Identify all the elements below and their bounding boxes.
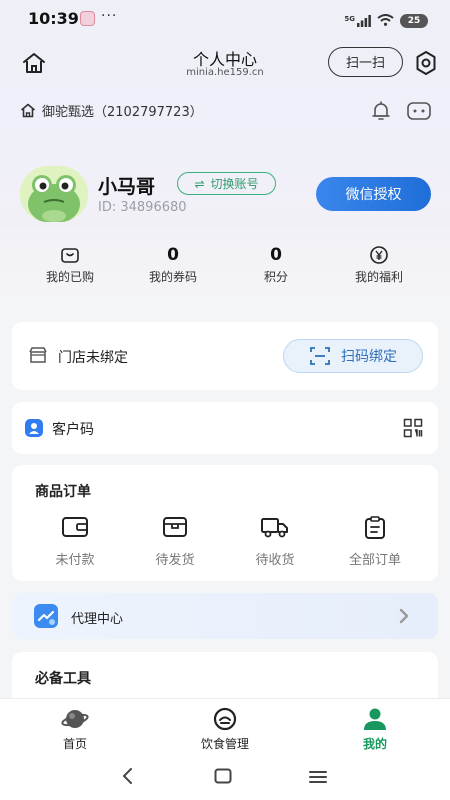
network-type: 5G [344,14,355,23]
scan-bind-label: 扫码绑定 [341,349,397,365]
order-unpaid[interactable]: 未付款 [35,516,115,568]
stat-coupons[interactable]: 0 我的券码 [128,244,218,285]
message-icon[interactable] [405,99,433,123]
user-name: 小马哥 [98,176,156,198]
back-icon[interactable] [120,767,136,789]
order-all[interactable]: 全部订单 [335,516,415,568]
home-square-icon[interactable] [214,768,232,788]
stat-label: 积分 [263,270,288,284]
wifi-icon [377,11,394,30]
qr-code-icon[interactable] [403,418,423,442]
stat-value: 0 [270,245,282,265]
nav-label: 首页 [62,737,87,751]
yen-coin-icon [334,244,424,266]
order-label: 未付款 [55,553,95,568]
switch-account-button[interactable]: ⇌ 切换账号 [177,172,276,195]
chevron-right-icon [398,608,410,628]
scan-bind-button[interactable]: 扫码绑定 [283,339,423,373]
stat-label: 我的券码 [148,270,197,284]
agent-chart-icon [34,604,58,632]
stat-label: 我的已购 [45,270,94,284]
scan-button[interactable]: 扫一扫 [328,47,403,77]
stat-benefits[interactable]: 我的福利 [334,244,424,285]
clipboard-icon [335,516,415,540]
status-time: 10:39 [28,9,79,28]
nav-home[interactable]: 首页 [30,706,120,752]
stat-label: 我的福利 [354,270,403,284]
customer-avatar-icon [24,418,44,442]
swap-arrows-icon: ⇌ [194,176,205,191]
order-label: 待发货 [155,553,195,568]
planet-icon [30,706,120,732]
user-id: ID: 34896680 [98,200,187,215]
settings-gear-icon[interactable] [412,49,440,77]
avatar[interactable] [20,166,88,222]
stat-value: 0 [167,245,179,265]
notification-app-icon [80,11,95,26]
recents-menu-icon[interactable] [309,769,327,788]
orders-title: 商品订单 [35,484,91,500]
status-indicators: 5G 25 [344,11,428,30]
dish-icon [180,706,270,732]
bell-icon[interactable] [369,99,393,123]
store-status-label: 门店未绑定 [58,350,128,366]
stat-purchased[interactable]: 我的已购 [25,244,115,285]
box-icon [135,516,215,540]
shop-home-icon [20,103,36,118]
person-icon [330,706,420,732]
customer-code-label: 客户码 [52,422,94,438]
nav-label: 饮食管理 [200,737,249,751]
scan-frame-icon [310,347,330,365]
switch-account-label: 切换账号 [210,177,259,191]
order-label: 待收货 [255,553,295,568]
shop-info[interactable]: 御驼甄选（2102797723） [20,101,203,120]
store-icon [28,345,48,369]
wechat-authorize-button[interactable]: 微信授权 [316,177,431,211]
bag-icon [25,244,115,266]
order-label: 全部订单 [348,553,401,568]
shop-name: 御驼甄选（2102797723） [42,105,203,120]
truck-icon [235,516,315,540]
tools-title: 必备工具 [35,671,91,687]
order-to-receive[interactable]: 待收货 [235,516,315,568]
nav-label: 我的 [362,737,387,751]
agent-center-label: 代理中心 [71,612,124,627]
nav-mine[interactable]: 我的 [330,706,420,752]
order-to-ship[interactable]: 待发货 [135,516,215,568]
status-more-dots: ··· [101,8,118,24]
battery-icon: 25 [400,13,428,28]
wallet-icon [35,516,115,540]
signal-icon: 5G [344,14,371,27]
stat-points[interactable]: 0 积分 [231,244,321,285]
nav-diet[interactable]: 饮食管理 [180,706,270,752]
